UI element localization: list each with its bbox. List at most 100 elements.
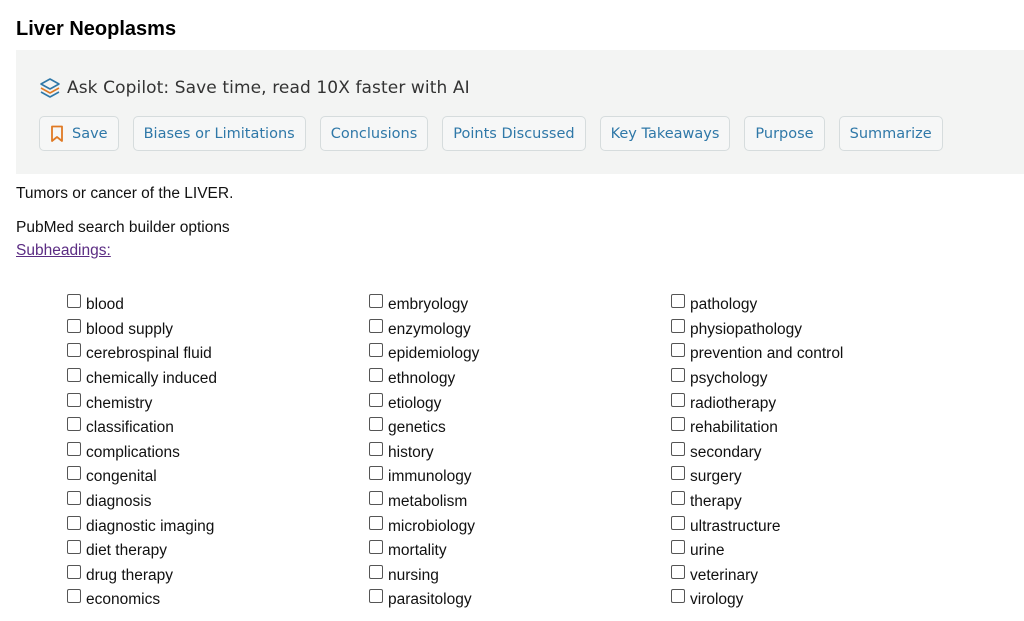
subheading-checkbox[interactable] [67,417,81,432]
subheading-item[interactable]: virology [671,586,961,611]
copilot-panel: Ask Copilot: Save time, read 10X faster … [16,50,1024,174]
subheading-label: virology [690,591,744,609]
subheading-label: psychology [690,370,768,388]
subheading-item[interactable]: cerebrospinal fluid [67,340,357,365]
subheading-item[interactable]: pathology [671,291,961,316]
subheading-checkbox[interactable] [671,417,685,432]
copilot-logo-icon [38,76,62,100]
subheading-label: classification [86,419,174,437]
subheading-checkbox[interactable] [67,564,81,579]
subheading-item[interactable]: diagnosis [67,488,357,513]
subheading-item[interactable]: enzymology [369,316,659,341]
subheading-item[interactable]: diet therapy [67,537,357,562]
subheading-item[interactable]: microbiology [369,512,659,537]
subheading-checkbox[interactable] [671,540,685,555]
subheading-item[interactable]: economics [67,586,357,611]
subheading-item[interactable]: mortality [369,537,659,562]
subheading-label: physiopathology [690,320,803,338]
key-takeaways-button[interactable]: Key Takeaways [599,116,731,151]
subheading-item[interactable]: nursing [369,562,659,587]
subheading-checkbox[interactable] [67,441,81,456]
subheading-label: parasitology [388,591,472,609]
subheading-item[interactable]: immunology [369,463,659,488]
subheading-item[interactable]: rehabilitation [671,414,961,439]
subheading-checkbox[interactable] [671,318,685,333]
conclusions-button[interactable]: Conclusions [319,116,429,151]
subheading-item[interactable]: diagnostic imaging [67,512,357,537]
subheading-checkbox[interactable] [67,466,81,481]
subheading-item[interactable]: blood supply [67,316,357,341]
subheading-checkbox[interactable] [67,368,81,383]
subheading-checkbox[interactable] [369,417,383,432]
subheading-checkbox[interactable] [67,318,81,333]
subheading-checkbox[interactable] [369,343,383,358]
subheading-item[interactable]: genetics [369,414,659,439]
subheading-checkbox[interactable] [671,294,685,309]
subheading-item[interactable]: history [369,439,659,464]
subheading-item[interactable]: surgery [671,463,961,488]
subheading-item[interactable]: chemically induced [67,365,357,390]
subheading-item[interactable]: congenital [67,463,357,488]
subheading-checkbox[interactable] [369,368,383,383]
purpose-button[interactable]: Purpose [744,116,825,151]
subheading-checkbox[interactable] [369,491,383,506]
subheading-checkbox[interactable] [67,294,81,309]
subheading-item[interactable]: physiopathology [671,316,961,341]
subheading-checkbox[interactable] [671,441,685,456]
subheading-item[interactable]: psychology [671,365,961,390]
subheading-label: radiotherapy [690,394,777,412]
subheading-item[interactable]: embryology [369,291,659,316]
subheading-item[interactable]: prevention and control [671,340,961,365]
subheading-item[interactable]: etiology [369,389,659,414]
subheading-checkbox[interactable] [671,368,685,383]
subheading-checkbox[interactable] [369,466,383,481]
subheading-checkbox[interactable] [671,392,685,407]
subheading-checkbox[interactable] [369,441,383,456]
subheading-checkbox[interactable] [671,515,685,530]
biases-or-limitations-button[interactable]: Biases or Limitations [132,116,306,151]
subheading-label: nursing [388,566,439,584]
summarize-button[interactable]: Summarize [838,116,943,151]
subheading-item[interactable]: classification [67,414,357,439]
subheading-item[interactable]: complications [67,439,357,464]
subheading-checkbox[interactable] [369,564,383,579]
subheading-checkbox[interactable] [369,589,383,604]
save-button[interactable]: Save [39,116,119,151]
subheadings-link[interactable]: Subheadings: [16,242,111,260]
subheading-checkbox[interactable] [671,564,685,579]
subheading-item[interactable]: drug therapy [67,562,357,587]
points-discussed-button[interactable]: Points Discussed [442,116,586,151]
subheading-item[interactable]: ultrastructure [671,512,961,537]
subheading-item[interactable]: urine [671,537,961,562]
subheading-item[interactable]: metabolism [369,488,659,513]
subheading-item[interactable]: ethnology [369,365,659,390]
subheading-checkbox[interactable] [369,318,383,333]
subheading-checkbox[interactable] [369,515,383,530]
subheading-checkbox[interactable] [67,343,81,358]
subheading-label: microbiology [388,517,476,535]
copilot-header: Ask Copilot: Save time, read 10X faster … [38,76,470,100]
subheading-item[interactable]: radiotherapy [671,389,961,414]
subheading-item[interactable]: secondary [671,439,961,464]
subheading-checkbox[interactable] [67,491,81,506]
subheading-item[interactable]: blood [67,291,357,316]
subheading-checkbox[interactable] [671,491,685,506]
subheading-item[interactable]: epidemiology [369,340,659,365]
subheading-checkbox[interactable] [369,294,383,309]
subheading-item[interactable]: veterinary [671,562,961,587]
subheading-checkbox[interactable] [671,589,685,604]
subheading-checkbox[interactable] [671,343,685,358]
subheading-checkbox[interactable] [67,392,81,407]
subheading-item[interactable]: parasitology [369,586,659,611]
subheading-checkbox[interactable] [67,515,81,530]
subheading-label: chemistry [86,394,153,412]
subheading-checkbox[interactable] [369,392,383,407]
subheading-checkbox[interactable] [671,466,685,481]
subheading-checkbox[interactable] [369,540,383,555]
subheadings-column-2: embryology enzymology epidemiology ethnolog… [369,291,659,611]
subheading-item[interactable]: chemistry [67,389,357,414]
subheading-checkbox[interactable] [67,589,81,604]
subheading-label: diagnosis [86,493,152,511]
subheading-checkbox[interactable] [67,540,81,555]
subheading-item[interactable]: therapy [671,488,961,513]
